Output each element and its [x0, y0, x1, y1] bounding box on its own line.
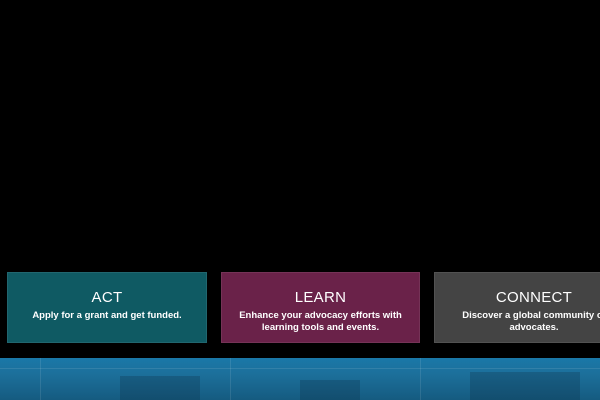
hero-section — [0, 0, 600, 272]
act-card[interactable]: ACT Apply for a grant and get funded. — [7, 272, 207, 343]
learn-card-description: Enhance your advocacy efforts with learn… — [239, 310, 402, 333]
connect-card[interactable]: CONNECT Discover a global community of a… — [434, 272, 600, 343]
act-card-description: Apply for a grant and get funded. — [32, 310, 182, 321]
page: ACT Apply for a grant and get funded. LE… — [0, 0, 600, 400]
learn-card-title: LEARN — [294, 289, 347, 306]
cta-cards: ACT Apply for a grant and get funded. LE… — [0, 272, 600, 345]
connect-card-title: CONNECT — [495, 289, 573, 306]
connect-card-description: Discover a global community of advocates… — [462, 310, 600, 333]
background-image-band — [0, 358, 600, 400]
learn-card[interactable]: LEARN Enhance your advocacy efforts with… — [221, 272, 420, 343]
act-card-title: ACT — [91, 289, 123, 306]
